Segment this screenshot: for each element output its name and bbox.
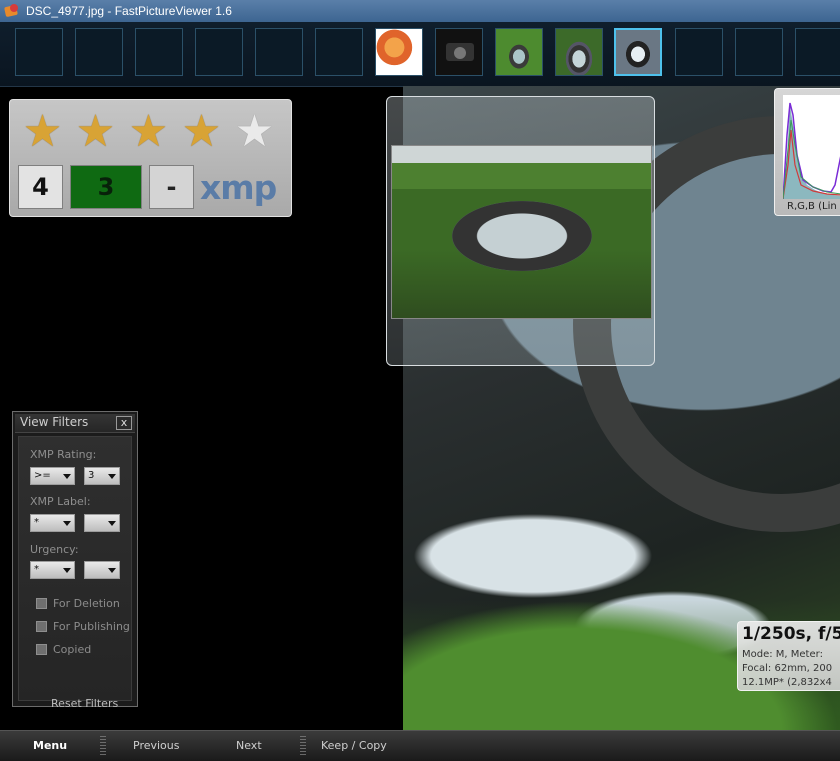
exif-mode: Mode: M, Meter: [742,649,823,660]
thumbnail-image [496,29,542,75]
toolbar-grip [300,736,306,756]
histogram-graph [783,95,840,199]
star-icon[interactable]: ★ [126,108,171,156]
thumbnail-image [556,29,602,75]
rating-panel: ★ ★ ★ ★ ★ 4 3 - xmp [9,99,292,217]
title-bar: DSC_4977.jpg - FastPictureViewer 1.6 [0,0,840,22]
urgency-label: Urgency: [30,543,79,556]
dropdown-arrow-icon [63,521,71,526]
filmstrip-slot[interactable] [795,28,840,76]
urgency-select[interactable]: * [30,561,75,579]
checkbox-icon[interactable] [36,621,47,632]
window-title: DSC_4977.jpg - FastPictureViewer 1.6 [26,4,232,18]
select-value: 3 [88,470,95,481]
xmp-label-label: XMP Label: [30,495,91,508]
filmstrip-thumbnail-selected[interactable] [614,28,662,76]
filmstrip-slot[interactable] [75,28,123,76]
filmstrip-thumbnail[interactable] [375,28,423,76]
histogram-panel: R,G,B (Lin [774,88,840,216]
label-value-box[interactable]: 3 [70,165,142,209]
xmp-label-select[interactable]: * [30,514,75,532]
filmstrip-slot[interactable] [255,28,303,76]
star-icon[interactable]: ★ [73,108,118,156]
bottom-toolbar: Menu Previous Next Keep / Copy [0,730,840,761]
preview-image[interactable] [391,145,652,319]
urgency-secondary-select[interactable] [84,561,120,579]
xmp-rating-label: XMP Rating: [30,448,97,461]
filmstrip-thumbnail[interactable] [435,28,483,76]
dropdown-arrow-icon [63,474,71,479]
reset-filters-button[interactable]: Reset Filters [51,697,118,710]
thumbnail-image [376,29,422,75]
keep-copy-button[interactable]: Keep / Copy [321,739,387,752]
filmstrip-thumbnail[interactable] [495,28,543,76]
toolbar-grip [100,736,106,756]
exif-focal: Focal: 62mm, 200 [742,663,833,674]
menu-button[interactable]: Menu [33,739,67,752]
select-value: >= [34,470,51,481]
filmstrip-slot[interactable] [15,28,63,76]
view-filters-title: View Filters [20,415,89,429]
checkbox-label: Copied [53,643,92,656]
select-value: * [34,517,39,528]
star-icon[interactable]: ★ [179,108,224,156]
xmp-rating-operator-select[interactable]: >= [30,467,75,485]
for-publishing-checkbox[interactable]: For Publishing [36,620,130,633]
checkbox-icon[interactable] [36,598,47,609]
thumbnail-image [436,29,482,75]
view-filters-header[interactable]: View Filters x [15,414,135,433]
exif-resolution: 12.1MP* (2,832x4 [742,677,832,688]
app-icon [4,3,20,19]
checkbox-label: For Publishing [53,620,130,633]
filmstrip-slot[interactable] [675,28,723,76]
select-value: * [34,564,39,575]
preview-panel [386,96,655,366]
filmstrip-thumbnail[interactable] [555,28,603,76]
dropdown-arrow-icon [108,521,116,526]
close-icon[interactable]: x [116,416,132,430]
filmstrip-slot[interactable] [135,28,183,76]
checkbox-icon[interactable] [36,644,47,655]
xmp-logo: xmp [200,168,277,207]
rating-value-box[interactable]: 4 [18,165,63,209]
histogram-svg [783,102,840,199]
next-button[interactable]: Next [236,739,262,752]
exif-panel: 1/250s, f/5 Mode: M, Meter: Focal: 62mm,… [737,621,840,691]
for-deletion-checkbox[interactable]: For Deletion [36,597,120,610]
dropdown-arrow-icon [108,474,116,479]
view-filters-panel: View Filters x XMP Rating: >= 3 XMP Labe… [12,411,138,710]
filmstrip-slot[interactable] [735,28,783,76]
filmstrip [0,22,840,87]
copied-checkbox[interactable]: Copied [36,643,91,656]
filmstrip-slot[interactable] [195,28,243,76]
dropdown-arrow-icon [63,568,71,573]
histogram-caption: R,G,B (Lin [787,201,837,212]
urgency-value-box[interactable]: - [149,165,194,209]
star-icon[interactable]: ★ [20,108,65,156]
star-rating[interactable]: ★ ★ ★ ★ ★ [20,108,277,156]
exif-exposure: 1/250s, f/5 [742,624,840,644]
view-filters-body: XMP Rating: >= 3 XMP Label: * Urgency: * [18,436,132,710]
xmp-label-secondary-select[interactable] [84,514,120,532]
previous-button[interactable]: Previous [133,739,180,752]
filmstrip-slot[interactable] [315,28,363,76]
dropdown-arrow-icon [108,568,116,573]
thumbnail-image [616,30,660,74]
xmp-rating-value-select[interactable]: 3 [84,467,120,485]
star-icon[interactable]: ★ [232,108,277,156]
checkbox-label: For Deletion [53,597,120,610]
